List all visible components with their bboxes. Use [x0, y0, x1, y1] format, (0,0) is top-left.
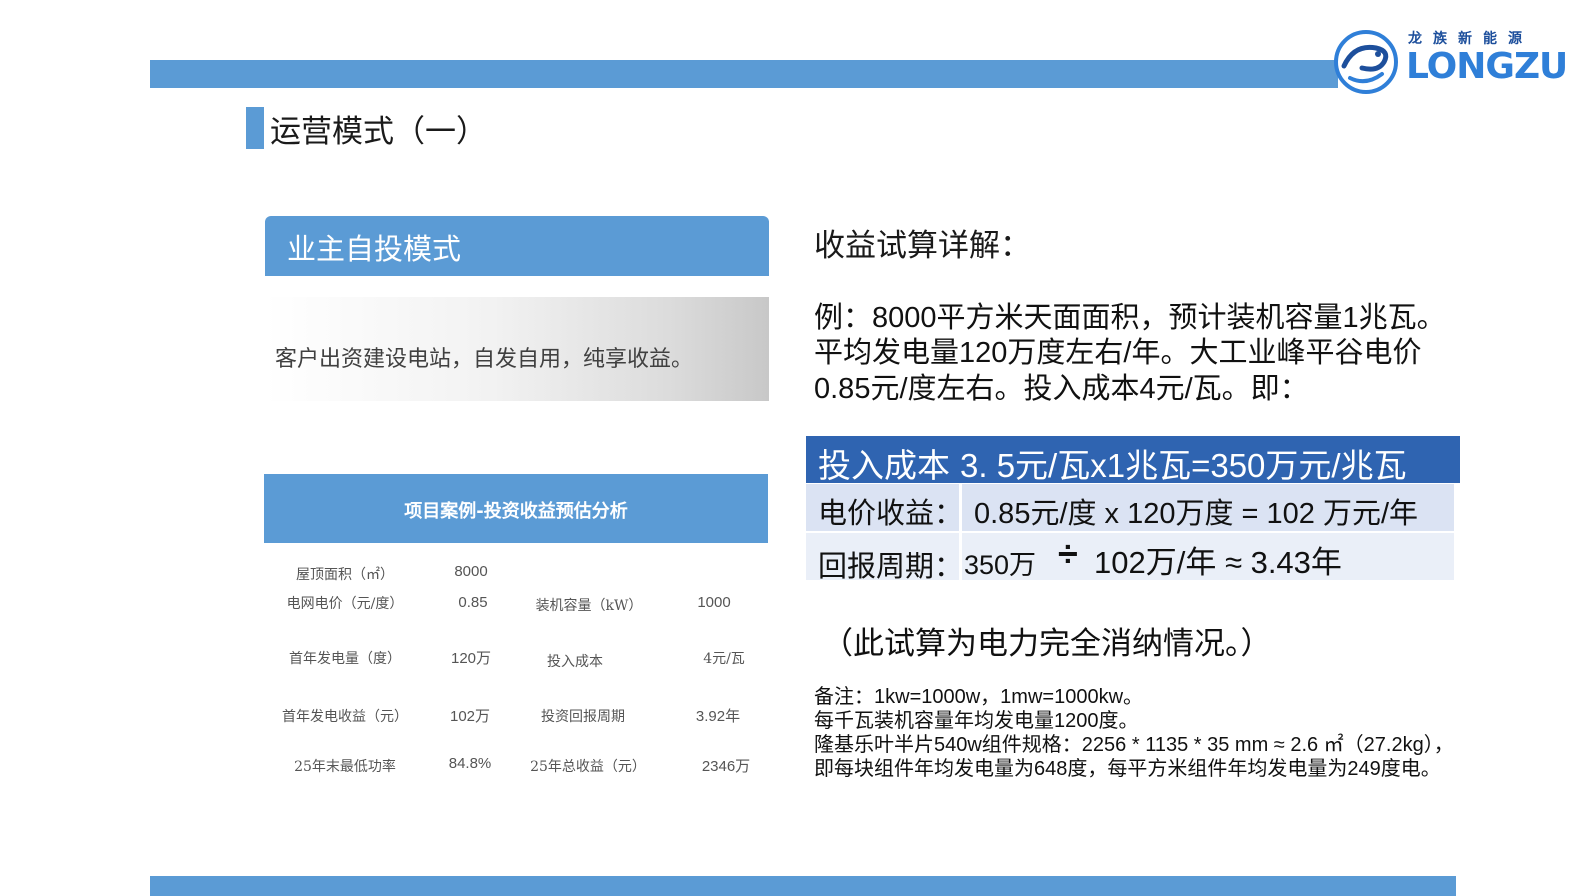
mode-description-box: 客户出资建设电站，自发自用，纯享收益。	[265, 297, 769, 401]
logo-chinese-name: 龙族新能源	[1408, 31, 1533, 47]
logo-english-name: LONGZU	[1406, 46, 1568, 87]
page-title: 运营模式（一）	[270, 114, 487, 150]
table-cell-label: 25年末最低功率	[294, 759, 396, 775]
mode-description: 客户出资建设电站，自发自用，纯享收益。	[275, 347, 694, 372]
example-line: 0.85元/度左右。投入成本4元/瓦。即：	[814, 373, 1309, 405]
table-cell-label: 25年总收益（元）	[530, 759, 646, 775]
project-table-title: 项目案例-投资收益预估分析	[404, 501, 628, 522]
remark-line: 即每块组件年均发电量为648度，每平方米组件年均发电量为249度电。	[814, 758, 1441, 780]
table-cell-value: 120万	[450, 650, 492, 667]
divide-icon: ÷	[1058, 533, 1078, 574]
payback-value-1: 350万	[964, 550, 1037, 580]
title-accent-bar	[246, 107, 264, 149]
payback-label-cell: 回报周期：	[806, 533, 963, 583]
table-cell-label: 投入成本	[547, 654, 603, 670]
table-cell-label: 投资回报周期	[541, 709, 625, 725]
table-cell-value: 0.85	[458, 594, 488, 611]
revenue-value: 0.85元/度 x 120万度 = 102 万元/年	[974, 498, 1419, 530]
revenue-label-cell: 电价收益：	[806, 484, 963, 531]
bottom-banner-bar	[150, 876, 1456, 896]
table-cell-value: 4元/瓦	[703, 651, 745, 667]
table-cell-label: 装机容量（kW）	[535, 598, 643, 614]
revenue-label: 电价收益：	[818, 496, 964, 530]
investment-cost-row: 投入成本 3. 5元/瓦x1兆瓦=350万元/兆瓦	[806, 436, 1460, 485]
payback-value-2: 102万/年 ≈ 3.43年	[1094, 545, 1342, 580]
payback-label: 回报周期：	[818, 549, 964, 583]
table-cell-value: 3.92年	[695, 708, 741, 725]
top-banner-bar	[150, 60, 1338, 88]
revenue-value-cell: 0.85元/度 x 120万度 = 102 万元/年	[962, 484, 1454, 531]
table-cell-label: 屋顶面积（㎡）	[296, 567, 394, 583]
table-cell-value: 1000	[697, 594, 731, 611]
mode-header: 业主自投模式	[265, 216, 769, 276]
table-cell-label: 首年发电量（度）	[289, 651, 401, 667]
dragon-logo-icon	[1334, 30, 1398, 94]
table-cell-label: 电网电价（元/度）	[286, 596, 404, 612]
table-cell-label: 首年发电收益（元）	[282, 709, 408, 725]
table-cell-value: 8000	[454, 563, 488, 580]
company-logo: 龙族新能源 LONGZU	[1332, 24, 1568, 94]
table-cell-value: 2346万	[701, 758, 751, 775]
table-cell-value: 84.8%	[448, 755, 492, 772]
calc-note: （此试算为电力完全消纳情况。）	[822, 626, 1272, 662]
investment-cost-formula: 3. 5元/瓦x1兆瓦=350万元/兆瓦	[960, 447, 1407, 484]
table-cell-value: 102万	[449, 708, 491, 725]
investment-cost-label: 投入成本	[818, 446, 950, 485]
mode-title: 业主自投模式	[287, 232, 462, 266]
payback-value-cell: 350万 ÷ 102万/年 ≈ 3.43年	[962, 533, 1454, 580]
calc-heading: 收益试算详解：	[814, 228, 1031, 264]
project-table-header: 项目案例-投资收益预估分析	[264, 474, 768, 543]
